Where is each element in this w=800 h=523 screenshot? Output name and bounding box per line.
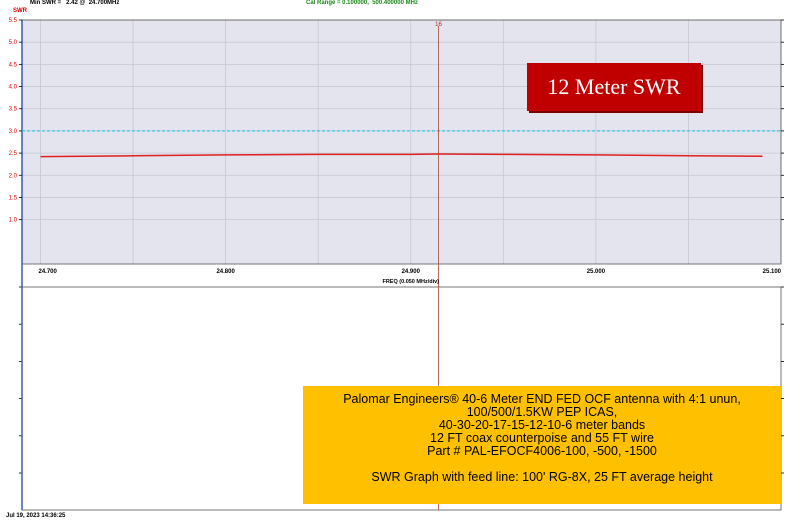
- y-axis-label: SWR: [13, 8, 28, 14]
- y-tick-label: 1.5: [9, 195, 18, 201]
- x-tick-label: 25.100: [763, 269, 782, 275]
- y-tick-label: 1.0: [9, 218, 18, 224]
- info-footer: SWR Graph with feed line: 100' RG-8X, 25…: [371, 470, 713, 484]
- marker-label: 16: [435, 22, 442, 28]
- timestamp: Jul 19, 2023 14:36:25: [6, 513, 66, 519]
- antenna-info-box: Palomar Engineers® 40-6 Meter END FED OC…: [303, 386, 781, 504]
- y-tick-label: 4.5: [9, 62, 18, 68]
- x-tick-label: 24.900: [402, 269, 421, 275]
- x-tick-label: 24.700: [39, 269, 58, 275]
- y-tick-label: 2.5: [9, 151, 18, 157]
- y-tick-label: 5.5: [9, 18, 18, 24]
- y-tick-label: 2.0: [9, 173, 18, 179]
- x-axis-label: FREQ (0.050 MHz/div): [382, 279, 439, 285]
- plot-background: [22, 20, 781, 264]
- x-tick-label: 24.800: [216, 269, 235, 275]
- info-line-5: Part # PAL-EFOCF4006-100, -500, -1500: [427, 444, 657, 458]
- y-tick-label: 3.5: [9, 107, 18, 113]
- y-tick-label: 4.0: [9, 85, 18, 91]
- y-tick-label: 5.0: [9, 40, 18, 46]
- y-tick-label: 3.0: [9, 129, 18, 135]
- x-tick-label: 25.000: [587, 269, 606, 275]
- chart-title: 12 Meter SWR: [527, 63, 701, 111]
